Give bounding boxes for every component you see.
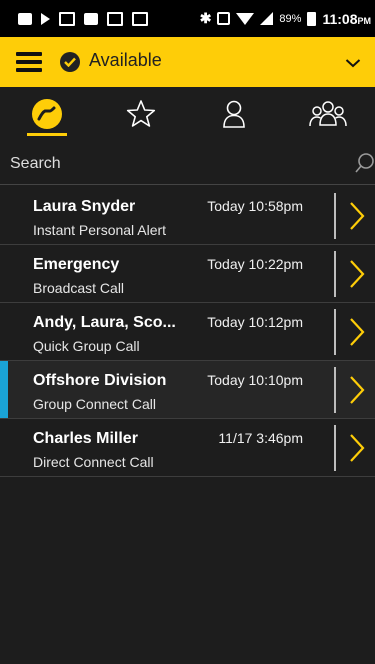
- message-icon: [18, 12, 32, 25]
- divider: [334, 425, 336, 471]
- chevron-down-icon[interactable]: [345, 55, 361, 73]
- play-icon: [41, 12, 50, 25]
- tab-recent-calls[interactable]: [0, 87, 94, 140]
- tab-contacts[interactable]: [188, 87, 282, 140]
- call-name: Andy, Laura, Sco...: [33, 314, 176, 331]
- chevron-right-icon[interactable]: [349, 433, 365, 463]
- call-time: Today 10:58pm: [207, 198, 303, 214]
- search-icon[interactable]: [355, 152, 375, 179]
- chevron-right-icon[interactable]: [349, 201, 365, 231]
- status-bar: ✱ 89% 11:08PM: [0, 0, 375, 37]
- screenshot-icon: [132, 11, 148, 26]
- call-type: Broadcast Call: [33, 280, 125, 296]
- tab-favorites[interactable]: [94, 87, 188, 140]
- bluetooth-icon: ✱: [199, 10, 212, 26]
- list-item[interactable]: Laura Snyder Today 10:58pm Instant Perso…: [0, 187, 375, 245]
- call-type: Group Connect Call: [33, 396, 156, 412]
- chevron-right-icon[interactable]: [349, 259, 365, 289]
- app-header: Available: [0, 37, 375, 87]
- list-item[interactable]: Andy, Laura, Sco... Today 10:12pm Quick …: [0, 303, 375, 361]
- tab-bar: [0, 87, 375, 140]
- battery-icon: [307, 11, 317, 26]
- divider: [334, 193, 336, 239]
- recent-calls-list: Laura Snyder Today 10:58pm Instant Perso…: [0, 187, 375, 477]
- call-name: Emergency: [33, 256, 120, 273]
- notification-icons: [0, 11, 148, 26]
- group-icon: [309, 100, 347, 126]
- nfc-icon: [217, 12, 231, 25]
- battery-percent: 89%: [279, 12, 302, 25]
- star-icon: [126, 99, 155, 127]
- signal-icon: [260, 12, 274, 25]
- person-icon: [223, 100, 246, 128]
- call-time: Today 10:10pm: [207, 372, 303, 388]
- divider: [334, 251, 336, 297]
- wifi-icon: [236, 12, 255, 25]
- divider: [334, 367, 336, 413]
- image-icon: [59, 11, 75, 26]
- call-type: Quick Group Call: [33, 338, 140, 354]
- call-time: 11/17 3:46pm: [218, 430, 303, 446]
- call-type: Direct Connect Call: [33, 454, 154, 470]
- divider: [334, 309, 336, 355]
- chevron-right-icon[interactable]: [349, 375, 365, 405]
- call-time: Today 10:22pm: [207, 256, 303, 272]
- availability-status[interactable]: Available: [89, 50, 162, 71]
- call-name: Offshore Division: [33, 372, 167, 389]
- menu-icon[interactable]: [16, 52, 42, 72]
- app-icon: [84, 12, 98, 25]
- search-input[interactable]: [8, 151, 342, 177]
- tab-groups[interactable]: [281, 87, 375, 140]
- list-item[interactable]: Charles Miller 11/17 3:46pm Direct Conne…: [0, 419, 375, 477]
- calendar-icon: [107, 11, 123, 26]
- call-type: Instant Personal Alert: [33, 222, 167, 238]
- clock: 11:08PM: [322, 10, 371, 27]
- check-circle-icon: [60, 52, 80, 72]
- list-item[interactable]: Emergency Today 10:22pm Broadcast Call: [0, 245, 375, 303]
- phone-icon: [31, 98, 62, 129]
- chevron-right-icon[interactable]: [349, 317, 365, 347]
- search-bar: [0, 141, 375, 185]
- call-name: Charles Miller: [33, 430, 138, 447]
- call-time: Today 10:12pm: [207, 314, 303, 330]
- list-item-selected[interactable]: Offshore Division Today 10:10pm Group Co…: [0, 361, 375, 419]
- call-name: Laura Snyder: [33, 198, 136, 215]
- selection-indicator: [0, 361, 8, 418]
